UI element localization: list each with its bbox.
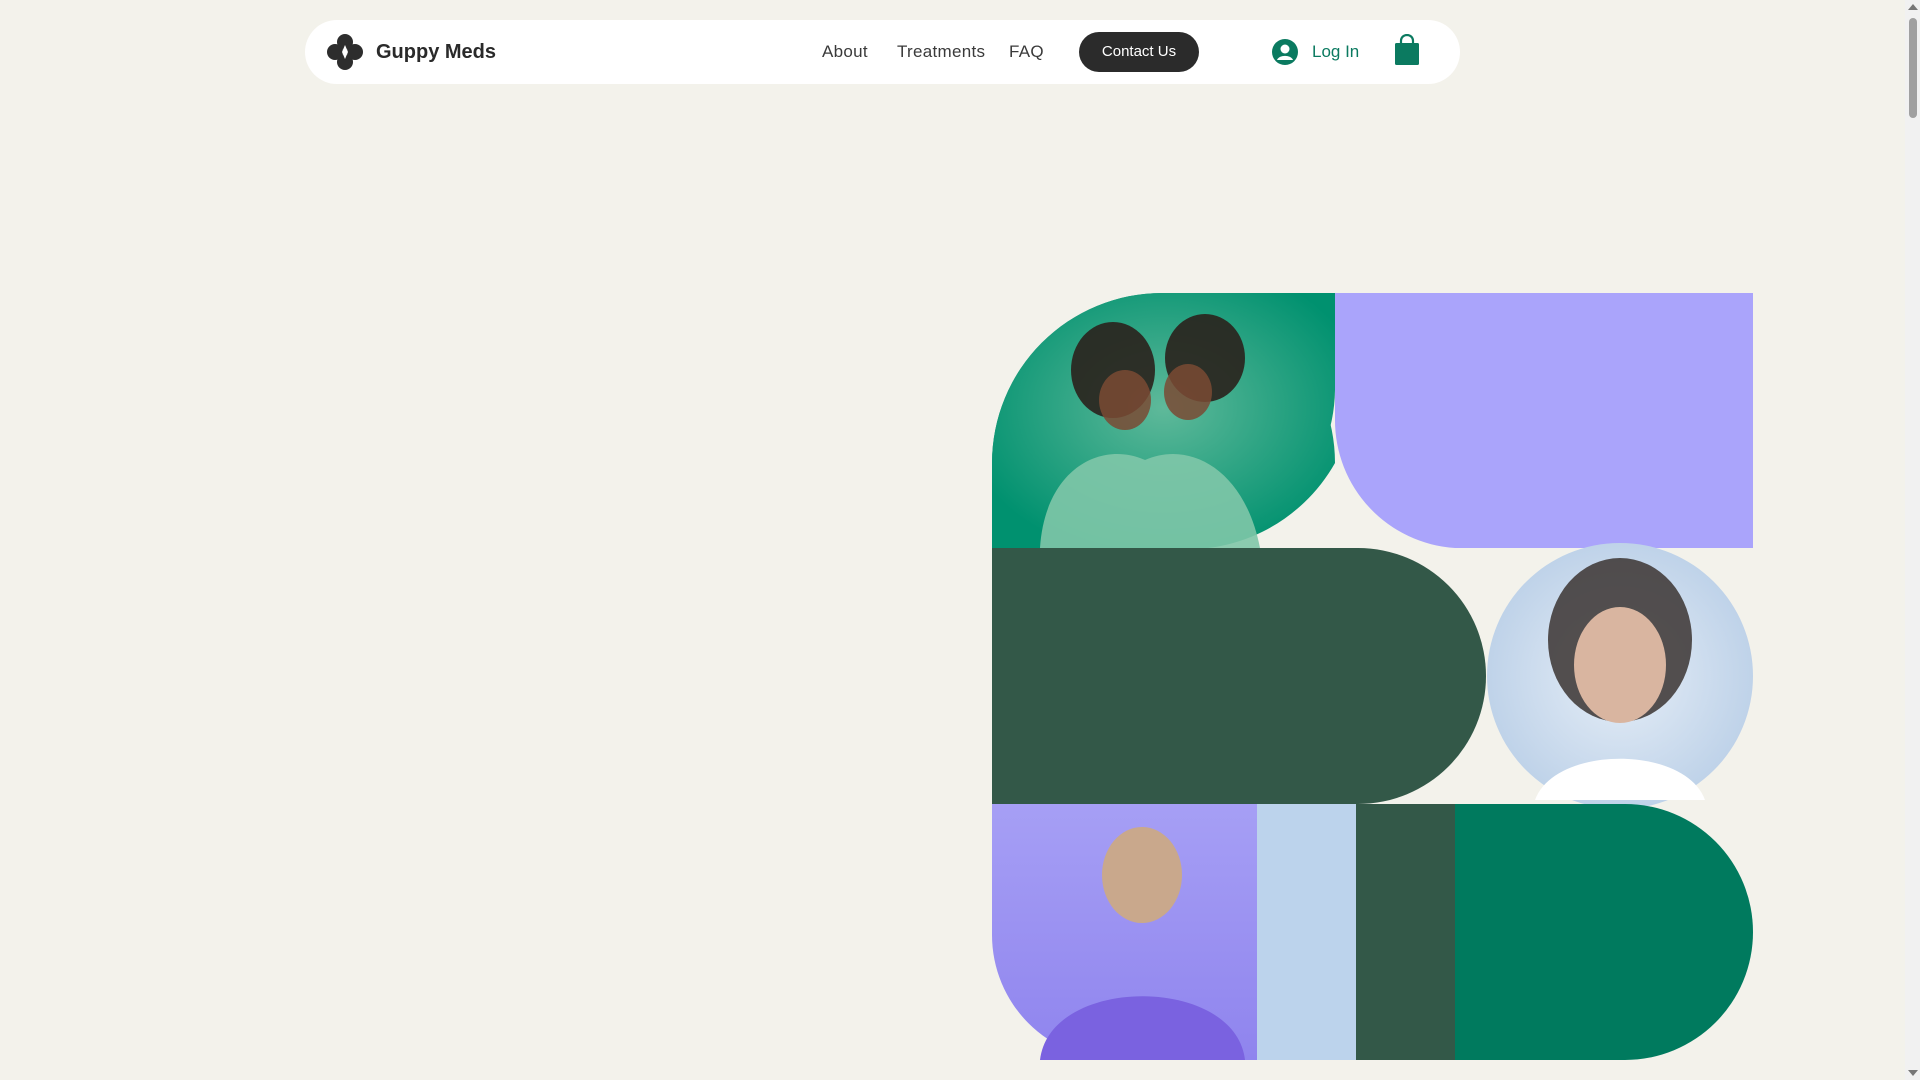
lavender-shape: [1334, 293, 1753, 548]
mother-child-photo: [992, 293, 1335, 550]
man-smiling-photo: [992, 804, 1257, 1060]
hero-collage: [992, 293, 1753, 1060]
vertical-scrollbar[interactable]: [1905, 0, 1920, 1080]
deep-teal-pill: [1455, 804, 1753, 1060]
light-blue-stripe: [1257, 804, 1356, 1060]
scroll-up-icon[interactable]: [1908, 4, 1918, 10]
dark-green-pill: [992, 548, 1486, 804]
scroll-down-icon[interactable]: [1908, 1070, 1918, 1076]
woman-portrait-photo: [1487, 543, 1753, 809]
dark-green-stripe: [1356, 804, 1455, 1060]
scroll-thumb[interactable]: [1909, 18, 1917, 118]
